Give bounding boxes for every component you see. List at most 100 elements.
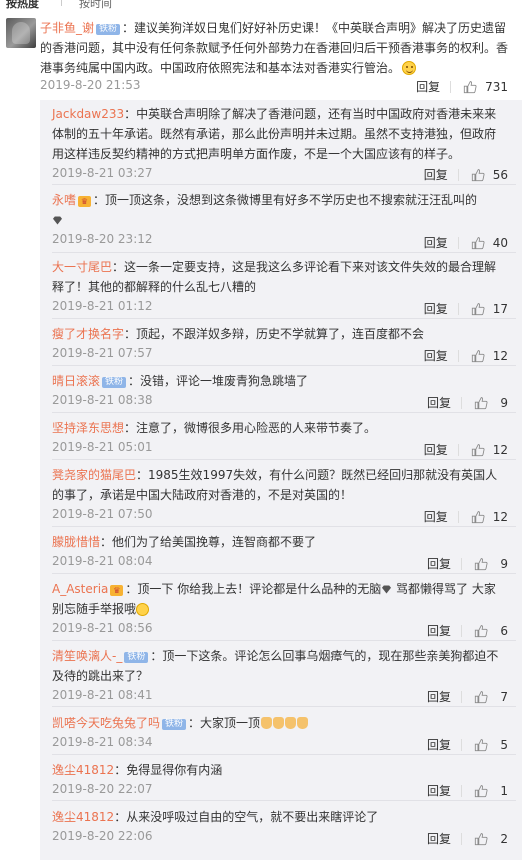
reply-text: 用这样违反契约精神的方式把声明单方面作废，不是一个大国应该有的样子。 <box>52 147 461 161</box>
comment-text-line1: ：建议美狗洋奴日鬼们好好补历史课！《中英联合声明》解决了历史遗留 <box>122 21 507 35</box>
reply-username[interactable]: 坚持泽东思想 <box>52 421 124 435</box>
action-divider <box>461 690 462 703</box>
reply-username[interactable]: 逸尘41812 <box>52 810 114 824</box>
reply-text: ：注意了，微博很多用心险恶的人来带节奏了。 <box>124 421 377 435</box>
reply-text: ：这一条一定要支持，这是我这么多评论看下来对该文件失效的最合理解 <box>112 260 497 274</box>
reply-button[interactable]: 回复 <box>427 688 451 705</box>
like-count: 40 <box>492 235 508 250</box>
thumbs-up-icon <box>463 80 477 93</box>
comment-actions: 回复 731 <box>416 78 508 95</box>
reply-button[interactable]: 回复 <box>424 234 448 251</box>
like-button[interactable]: 12 <box>471 443 508 457</box>
action-divider <box>461 738 462 751</box>
sort-by-hot-tab[interactable]: 按热度 <box>6 0 39 9</box>
pray-emoji-icon <box>261 717 273 729</box>
like-button[interactable]: 7 <box>474 690 508 704</box>
reply-text: ：顶一下这条。评论怎么回事乌烟瘴气的，现在那些亲美狗都迫不 <box>150 649 499 663</box>
action-divider <box>450 80 452 93</box>
like-button[interactable]: 731 <box>463 80 508 94</box>
reply-actions: 回复 56 <box>424 166 508 183</box>
reply-username[interactable]: 凯嗒今天吃兔兔了吗 <box>52 716 160 730</box>
thumbs-up-icon <box>474 784 488 797</box>
like-button[interactable]: 9 <box>474 557 508 571</box>
reply-username[interactable]: 朦胧惜惜 <box>52 535 100 549</box>
like-count: 12 <box>492 509 508 524</box>
reply-button[interactable]: 回复 <box>427 736 451 753</box>
reply-username[interactable]: 瘦了才换名字 <box>52 327 124 341</box>
reply-time: 2019-8-21 08:56 <box>52 621 153 635</box>
action-divider <box>461 832 462 845</box>
reply-divider <box>52 800 516 801</box>
reply-button[interactable]: 回复 <box>424 300 448 317</box>
like-button[interactable]: 12 <box>471 510 508 524</box>
reply-username[interactable]: 凳尧家的猫尾巴 <box>52 468 136 482</box>
reply-divider <box>52 184 516 185</box>
like-button[interactable]: 40 <box>471 236 508 250</box>
fan-badge: 铁粉 <box>102 377 127 388</box>
reply-button[interactable]: 回复 <box>424 508 448 525</box>
gem-emoji-icon <box>382 585 392 594</box>
reply-username[interactable]: A_Asteria <box>52 582 108 596</box>
avatar[interactable] <box>6 18 36 48</box>
thumbs-up-icon <box>474 624 488 637</box>
like-button[interactable]: 6 <box>474 624 508 638</box>
reply-username[interactable]: 大一寸尾巴 <box>52 260 112 274</box>
reply-text: ：中英联合声明除了解决了香港问题，还有当时中国政府对香港未来来 <box>124 107 497 121</box>
reply-button[interactable]: 回复 <box>416 78 440 95</box>
reply-username[interactable]: 晴日滚滚 <box>52 374 100 388</box>
reply-time: 2019-8-21 03:27 <box>52 166 153 180</box>
reply-actions: 回复 40 <box>424 234 508 251</box>
reply-time: 2019-8-21 01:12 <box>52 299 153 313</box>
reply-actions: 回复 2 <box>427 830 508 847</box>
reply-text: 体制的五十年承诺。既然有承诺，那么此份声明并未过期。虽然不支持港独，但政府 <box>52 127 497 141</box>
thumbs-up-icon <box>471 168 485 181</box>
thumbs-up-icon <box>474 832 488 845</box>
like-button[interactable]: 56 <box>471 168 508 182</box>
reply-text: ：他们为了给美国挽尊，连智商都不要了 <box>100 535 317 549</box>
like-button[interactable]: 12 <box>471 349 508 363</box>
reply-username[interactable]: 逸尘41812 <box>52 763 114 777</box>
reply-text: 释了！其他的都解释的什么乱七八糟的 <box>52 280 257 294</box>
thumbs-up-icon <box>471 236 485 249</box>
reply-button[interactable]: 回复 <box>427 622 451 639</box>
reply-divider <box>52 640 516 641</box>
reply-button[interactable]: 回复 <box>427 830 451 847</box>
action-divider <box>457 302 459 315</box>
comment-text-line3: 港事务纯属中国内政。中国政府依照宪法和基本法对香港实行管治。 <box>40 61 401 75</box>
reply-username[interactable]: 清笙唤漓人-_ <box>52 649 122 663</box>
reply-actions: 回复 9 <box>427 555 508 572</box>
reply-button[interactable]: 回复 <box>424 441 448 458</box>
reply-username[interactable]: 永嗜 <box>52 193 76 207</box>
like-button[interactable]: 1 <box>474 784 508 798</box>
action-divider <box>461 784 462 797</box>
action-divider <box>457 236 459 249</box>
reply-button[interactable]: 回复 <box>424 347 448 364</box>
reply-button[interactable]: 回复 <box>427 782 451 799</box>
sort-by-time-tab[interactable]: 按时间 <box>79 0 112 9</box>
reply-text: ：没错，评论一堆废青狗急跳墙了 <box>128 374 309 388</box>
comment-text-line2: 的香港问题，其中没有任何条款赋予任何外部势力在香港回归后干预香港事务的权利。香 <box>40 41 509 55</box>
like-button[interactable]: 9 <box>474 396 508 410</box>
top-comment-body: 子非鱼_谢 铁粉 ：建议美狗洋奴日鬼们好好补历史课！《中英联合声明》解决了历史遗留 … <box>40 18 518 78</box>
reply-text: ：大家顶一顶 <box>188 716 261 730</box>
like-count: 9 <box>500 556 508 571</box>
reply-text: 的事了，承诺是中国大陆政府对香港的，不是对英国的！ <box>52 488 353 502</box>
like-button[interactable]: 2 <box>474 832 508 846</box>
reply-divider <box>52 252 516 253</box>
action-divider <box>461 557 462 570</box>
reply-button[interactable]: 回复 <box>424 166 448 183</box>
like-button[interactable]: 17 <box>471 302 508 316</box>
reply-button[interactable]: 回复 <box>427 555 451 572</box>
reply-actions: 回复 12 <box>424 508 508 525</box>
like-count: 56 <box>492 167 508 182</box>
reply-text: 及待的跳出来了？ <box>52 669 149 683</box>
like-count: 1 <box>500 783 508 798</box>
thumbs-up-icon <box>474 557 488 570</box>
comment-username[interactable]: 子非鱼_谢 <box>40 21 94 35</box>
thumbs-up-icon <box>474 396 488 409</box>
comment-time: 2019-8-20 21:53 <box>40 78 141 92</box>
like-button[interactable]: 5 <box>474 738 508 752</box>
reply-button[interactable]: 回复 <box>427 394 451 411</box>
reply-username[interactable]: Jackdaw233 <box>52 107 124 121</box>
pray-emoji-icon <box>273 717 285 729</box>
